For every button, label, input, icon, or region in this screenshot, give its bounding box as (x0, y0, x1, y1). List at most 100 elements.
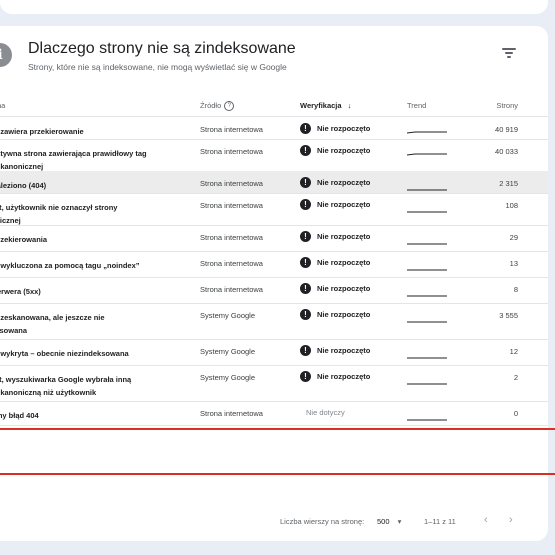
table-row[interactable]: plikat, użytkownik nie oznaczył strony a… (0, 193, 548, 226)
trend-sparkline (407, 295, 447, 297)
row-pages: 2 315 (499, 179, 518, 188)
row-verification: ! Nie rozpoczęto (300, 303, 370, 339)
table-row[interactable]: ąd przekierowania Strona internetowa! Nie … (0, 225, 548, 252)
column-source[interactable]: Źródło? (200, 101, 235, 112)
row-reason: plikat, użytkownik nie oznaczył strony a… (0, 203, 118, 225)
row-source: Systemy Google (200, 373, 256, 382)
row-trend (407, 401, 447, 425)
row-source: Strona internetowa (200, 259, 263, 268)
table-row[interactable]: rona zawiera przekierowanie Strona intern… (0, 117, 548, 140)
warning-icon: ! (300, 257, 311, 268)
verification-status: Nie dotyczy (306, 407, 345, 417)
row-source: Strona internetowa (200, 285, 263, 294)
table-row[interactable]: rona zeskanowana, ale jeszcze nie ndekso… (0, 303, 548, 340)
row-trend (407, 225, 447, 251)
row-pages: 3 555 (499, 311, 518, 320)
table-header: yczyna Źródło? Weryfikacja ↓ Trend Stron… (0, 94, 548, 117)
rows-per-page-value: 500 (377, 517, 390, 526)
column-reason[interactable]: yczyna (0, 101, 5, 110)
row-source: Strona internetowa (200, 125, 263, 134)
warning-icon: ! (300, 199, 311, 210)
trend-sparkline (407, 269, 447, 271)
column-verification-label: Weryfikacja (300, 101, 342, 110)
row-reason: rona wykluczona za pomocą tagu „noindex” (0, 261, 140, 270)
column-pages[interactable]: Strony (452, 101, 518, 110)
row-trend (407, 117, 447, 139)
row-reason: plikat, wyszukiwarka Google wybrała inną… (0, 375, 132, 397)
trend-sparkline (407, 211, 447, 213)
warning-icon: ! (300, 231, 311, 242)
pagination-range: 1–11 z 11 (424, 517, 456, 526)
table-row[interactable]: rona wykluczona za pomocą tagu „noindex”… (0, 251, 548, 278)
prev-page-icon[interactable]: ‹ (484, 514, 488, 526)
row-verification: ! Nie rozpoczęto (300, 339, 370, 365)
verification-status: Nie rozpoczęto (317, 310, 371, 319)
sort-arrow-icon: ↓ (347, 101, 352, 110)
chevron-down-icon: ▾ (397, 517, 402, 526)
row-verification: ! Nie rozpoczęto (300, 171, 370, 193)
card-subtitle: Strony, które nie są indeksowane, nie mo… (28, 62, 287, 72)
row-verification: ! Nie rozpoczęto (300, 193, 370, 225)
row-verification: ! Nie rozpoczęto (300, 251, 370, 277)
rows-per-page-select[interactable]: 500 ▾ (377, 517, 401, 526)
verification-status: Nie rozpoczęto (317, 178, 371, 187)
row-pages: 40 919 (495, 125, 518, 134)
trend-sparkline (407, 383, 447, 385)
row-reason: ternatywna strona zawierająca prawidłowy… (0, 149, 147, 171)
row-reason: rona wykryta – obecnie niezindeksowana (0, 349, 129, 358)
row-reason: e znaleziono (404) (0, 181, 47, 190)
table-row[interactable]: e znaleziono (404) Strona internetowa! Nie… (0, 171, 548, 194)
verification-status: Nie rozpoczęto (317, 200, 371, 209)
row-pages: 13 (509, 259, 518, 268)
not-indexed-card: i Dlaczego strony nie są zindeksowane St… (0, 26, 548, 541)
verification-status: Nie rozpoczęto (317, 124, 371, 133)
verification-status: Nie rozpoczęto (317, 284, 371, 293)
warning-icon: ! (300, 309, 311, 320)
trend-sparkline (407, 321, 447, 323)
warning-icon: ! (300, 123, 311, 134)
row-verification: ! Nie rozpoczęto (300, 139, 370, 171)
row-trend (407, 303, 447, 339)
table-row[interactable]: rona wykryta – obecnie niezindeksowana Sy… (0, 339, 548, 366)
column-trend: Trend (407, 101, 427, 110)
warning-icon: ! (300, 371, 311, 382)
column-source-label: Źródło (200, 101, 222, 110)
info-icon: i (0, 43, 12, 67)
column-verification[interactable]: Weryfikacja ↓ (300, 101, 351, 110)
row-pages: 108 (505, 201, 518, 210)
row-reason: rona zawiera przekierowanie (0, 127, 84, 136)
trend-sparkline (407, 189, 447, 191)
row-reason: rona zeskanowana, ale jeszcze nie ndekso… (0, 313, 105, 335)
warning-icon: ! (300, 145, 311, 156)
row-trend (407, 277, 447, 303)
next-page-icon[interactable]: › (509, 514, 513, 526)
row-trend (407, 139, 447, 171)
card-header: i Dlaczego strony nie są zindeksowane St… (0, 26, 548, 86)
row-pages: 40 033 (495, 147, 518, 156)
row-pages: 29 (509, 233, 518, 242)
row-reason: ąd przekierowania (0, 235, 48, 244)
table-row[interactable]: ternatywna strona zawierająca prawidłowy… (0, 139, 548, 172)
row-source: Systemy Google (200, 311, 256, 320)
warning-icon: ! (300, 283, 311, 294)
trend-sparkline (407, 131, 447, 134)
help-icon[interactable]: ? (224, 101, 235, 112)
row-trend (407, 171, 447, 193)
row-verification: ! Nie rozpoczęto (300, 365, 370, 401)
trend-sparkline (407, 243, 447, 245)
trend-sparkline (407, 153, 447, 156)
verification-status: Nie rozpoczęto (317, 346, 371, 355)
trend-sparkline (407, 357, 447, 359)
trend-sparkline (407, 419, 447, 421)
table-row[interactable]: plikat, wyszukiwarka Google wybrała inną… (0, 365, 548, 402)
row-pages: 2 (513, 373, 518, 382)
table-row[interactable]: ąd serwera (5xx) Strona internetowa! Nie r… (0, 277, 548, 304)
filter-icon[interactable] (502, 46, 516, 60)
verification-status: Nie rozpoczęto (317, 372, 371, 381)
warning-icon: ! (300, 177, 311, 188)
table-row[interactable]: ozorny błąd 404 Strona internetowa Nie dot… (0, 401, 548, 426)
row-verification: Nie dotyczy (300, 401, 345, 425)
highlight-border-top (0, 428, 555, 430)
row-source: Strona internetowa (200, 179, 263, 188)
row-trend (407, 365, 447, 401)
